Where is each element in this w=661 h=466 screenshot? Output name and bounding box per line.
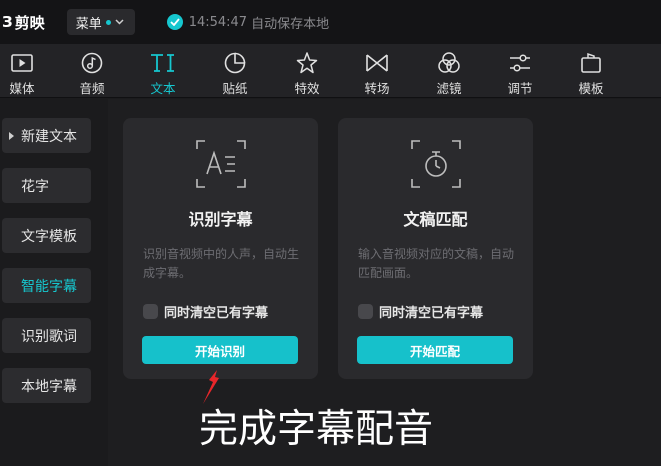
toolbar-sticker-label: 贴纸 xyxy=(222,81,248,96)
annotation-caption: 完成字幕配音 xyxy=(199,407,434,452)
clear-existing-subtitles-checkbox[interactable]: 同时清空已有字幕 xyxy=(358,302,483,321)
template-icon xyxy=(580,49,602,77)
text-sidebar: 新建文本 花字 文字模板 智能字幕 识别歌词 本地字幕 xyxy=(0,99,108,466)
toolbar-effects[interactable]: 特效 xyxy=(277,44,337,98)
timer-script-icon xyxy=(411,140,461,188)
clear-existing-subtitles-checkbox[interactable]: 同时清空已有字幕 xyxy=(143,302,268,321)
sidebar-item-label: 文字模板 xyxy=(21,228,77,245)
button-label: 开始识别 xyxy=(194,343,245,359)
main-toolbar: 媒体 音频 文本 贴纸 特效 转场 滤镜 调节 模板 xyxy=(0,44,661,98)
toolbar-transition[interactable]: 转场 xyxy=(347,44,407,98)
menu-notification-dot xyxy=(105,19,111,25)
toolbar-text-label: 文本 xyxy=(150,81,176,96)
app-name: 剪映 xyxy=(14,13,45,32)
transition-bowtie-icon xyxy=(365,49,389,77)
logo-mark-icon: З xyxy=(2,13,13,31)
toolbar-filter-label: 滤镜 xyxy=(436,81,462,96)
sidebar-item-text-template[interactable]: 文字模板 xyxy=(2,218,91,253)
toolbar-adjust[interactable]: 调节 xyxy=(490,44,550,98)
menu-label: 菜单 xyxy=(75,16,102,32)
card-title: 文稿匹配 xyxy=(403,210,468,229)
effects-star-icon xyxy=(295,49,319,77)
sidebar-item-new-text[interactable]: 新建文本 xyxy=(2,118,91,153)
toolbar-transition-label: 转场 xyxy=(364,81,390,96)
toolbar-adjust-label: 调节 xyxy=(507,81,533,96)
sidebar-item-smart-subtitle[interactable]: 智能字幕 xyxy=(2,268,91,303)
audio-note-icon xyxy=(81,49,103,77)
sidebar-item-label: 花字 xyxy=(21,178,49,195)
menu-button[interactable]: 菜单 xyxy=(66,9,135,35)
toolbar-effects-label: 特效 xyxy=(294,81,320,96)
toolbar-filter[interactable]: 滤镜 xyxy=(419,44,479,98)
autosave-time: 14:54:47 xyxy=(188,14,248,30)
chevron-down-icon xyxy=(115,19,124,25)
check-circle-icon xyxy=(166,14,183,30)
sidebar-item-label: 本地字幕 xyxy=(21,378,77,395)
checkbox-label: 同时清空已有字幕 xyxy=(164,306,269,321)
checkbox-box[interactable] xyxy=(358,304,373,319)
autosave-text: 自动保存本地 xyxy=(251,16,330,32)
app-logo: З 剪映 xyxy=(2,12,45,33)
checkbox-label: 同时清空已有字幕 xyxy=(379,306,484,321)
toolbar-audio[interactable]: 音频 xyxy=(62,44,122,98)
toolbar-media[interactable]: 媒体 xyxy=(0,44,52,98)
text-ti-icon xyxy=(149,49,177,77)
toolbar-template-label: 模板 xyxy=(578,81,604,96)
sidebar-item-fancy-text[interactable]: 花字 xyxy=(2,168,91,203)
toolbar-sticker[interactable]: 贴纸 xyxy=(205,44,265,98)
start-recognition-button[interactable]: 开始识别 xyxy=(142,336,298,364)
start-matching-button[interactable]: 开始匹配 xyxy=(357,336,513,364)
media-play-icon xyxy=(11,49,33,77)
card-description: 识别音视频中的人声，自动生成字幕。 xyxy=(143,247,300,280)
toolbar-audio-label: 音频 xyxy=(79,81,105,96)
sidebar-item-label: 智能字幕 xyxy=(21,278,77,295)
sticker-icon xyxy=(224,49,246,77)
title-bar: З 剪映 菜单 14:54:47 自动保存本地 xyxy=(0,0,661,44)
sidebar-item-lyrics-recognition[interactable]: 识别歌词 xyxy=(2,318,91,353)
autosave-status: 14:54:47 自动保存本地 xyxy=(166,13,330,32)
subtitle-recognition-card: 识别字幕 识别音视频中的人声，自动生成字幕。 同时清空已有字幕 开始识别 xyxy=(123,118,318,379)
toolbar-text[interactable]: 文本 xyxy=(133,44,193,98)
sidebar-item-local-subtitle[interactable]: 本地字幕 xyxy=(2,368,91,403)
speech-text-recognition-icon xyxy=(196,140,246,188)
checkbox-box[interactable] xyxy=(143,304,158,319)
sidebar-item-label: 新建文本 xyxy=(21,128,77,145)
toolbar-template[interactable]: 模板 xyxy=(561,44,621,98)
filter-circles-icon xyxy=(437,49,461,77)
card-title: 识别字幕 xyxy=(188,210,253,229)
adjust-sliders-icon xyxy=(508,49,532,77)
script-matching-card: 文稿匹配 输入音视频对应的文稿，自动匹配画面。 同时清空已有字幕 开始匹配 xyxy=(338,118,533,379)
card-description: 输入音视频对应的文稿，自动匹配画面。 xyxy=(358,247,515,280)
sidebar-item-label: 识别歌词 xyxy=(21,328,77,345)
toolbar-media-label: 媒体 xyxy=(9,81,35,96)
caret-right-icon xyxy=(9,131,14,140)
button-label: 开始匹配 xyxy=(409,343,460,359)
